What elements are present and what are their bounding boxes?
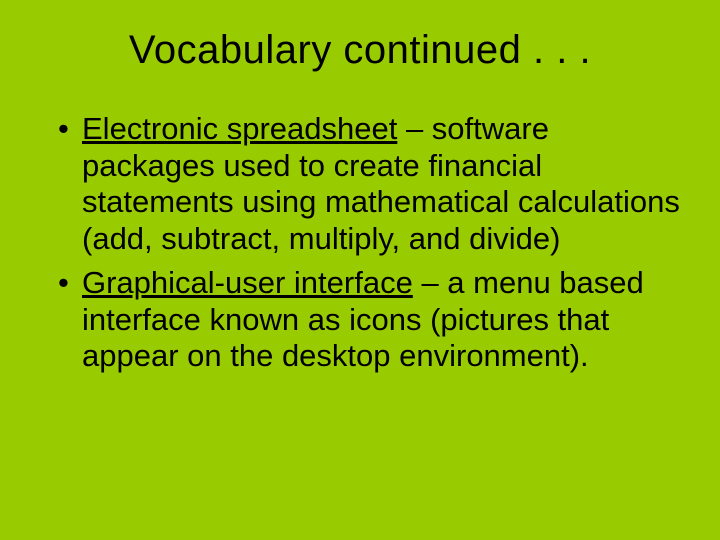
list-item: Graphical-user interface – a menu based … bbox=[58, 265, 680, 375]
bullet-list: Electronic spreadsheet – software packag… bbox=[40, 111, 680, 375]
term: Graphical-user interface bbox=[82, 265, 413, 300]
term: Electronic spreadsheet bbox=[82, 111, 397, 146]
list-item: Electronic spreadsheet – software packag… bbox=[58, 111, 680, 257]
slide: Vocabulary continued . . . Electronic sp… bbox=[0, 0, 720, 540]
page-title: Vocabulary continued . . . bbox=[40, 28, 680, 73]
